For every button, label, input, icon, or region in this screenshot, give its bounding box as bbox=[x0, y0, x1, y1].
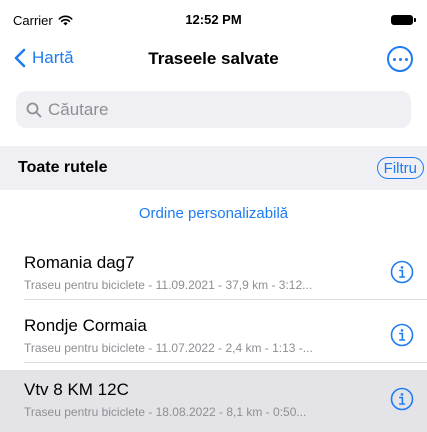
row-divider bbox=[24, 299, 427, 300]
custom-order-button[interactable]: Ordine personalizabilă bbox=[0, 205, 427, 222]
info-icon[interactable] bbox=[390, 387, 414, 411]
route-name: Vtv 8 KM 12C bbox=[24, 380, 129, 399]
search-field[interactable] bbox=[16, 91, 411, 128]
route-name: Romania dag7 bbox=[24, 253, 135, 272]
navigation-bar: Hartă Traseele salvate bbox=[0, 40, 427, 80]
back-button[interactable]: Hartă bbox=[14, 48, 74, 68]
search-icon bbox=[26, 102, 42, 117]
info-icon[interactable] bbox=[390, 260, 414, 284]
section-header: Toate rutele Filtru bbox=[0, 146, 427, 190]
ellipsis-dot bbox=[392, 57, 396, 61]
chevron-left-icon bbox=[14, 48, 26, 68]
route-details: Traseu pentru biciclete - 11.07.2022 - 2… bbox=[24, 341, 313, 355]
ellipsis-dot bbox=[398, 57, 402, 61]
search-input[interactable] bbox=[48, 99, 388, 120]
status-time: 12:52 PM bbox=[185, 12, 242, 27]
route-name: Rondje Cormaia bbox=[24, 316, 147, 335]
back-button-label: Hartă bbox=[32, 48, 74, 67]
section-title: Toate rutele bbox=[18, 159, 108, 176]
battery-icon bbox=[391, 15, 416, 25]
row-divider bbox=[24, 362, 427, 363]
filter-button[interactable]: Filtru bbox=[376, 157, 424, 179]
screen: Carrier 12:52 PM Hartă Traseele salvate bbox=[0, 0, 427, 432]
route-row[interactable]: Vtv 8 KM 12C Traseu pentru biciclete - 1… bbox=[0, 370, 427, 432]
status-bar: Carrier 12:52 PM bbox=[0, 0, 427, 40]
route-row[interactable]: Rondje Cormaia Traseu pentru biciclete -… bbox=[0, 306, 427, 363]
more-options-button[interactable] bbox=[387, 46, 413, 72]
route-row[interactable]: Romania dag7 Traseu pentru biciclete - 1… bbox=[0, 243, 427, 300]
ellipsis-dot bbox=[404, 57, 408, 61]
route-details: Traseu pentru biciclete - 11.09.2021 - 3… bbox=[24, 278, 313, 292]
info-icon[interactable] bbox=[390, 323, 414, 347]
route-details: Traseu pentru biciclete - 18.08.2022 - 8… bbox=[24, 405, 307, 419]
